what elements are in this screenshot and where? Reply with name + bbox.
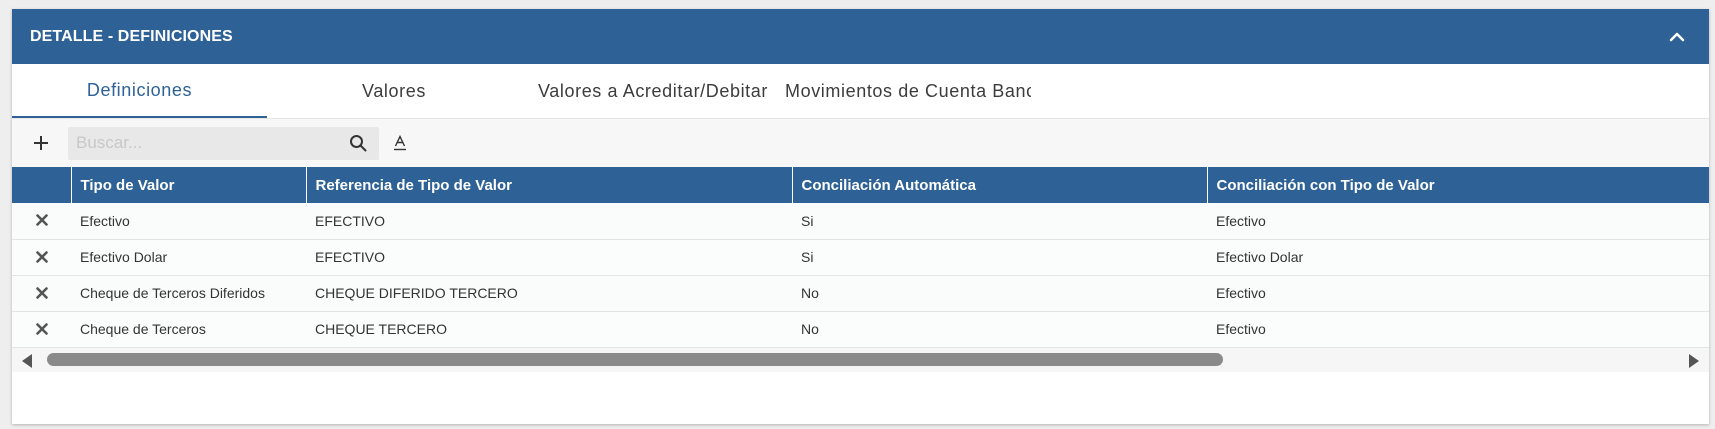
- column-header-referencia[interactable]: Referencia de Tipo de Valor: [305, 167, 792, 203]
- detail-panel: DETALLE - DEFINICIONES Definiciones Valo…: [12, 9, 1709, 424]
- scroll-right-arrow-icon[interactable]: [1689, 353, 1699, 368]
- column-header-conciliacion-tipo-valor[interactable]: Conciliación con Tipo de Valor: [1206, 167, 1709, 203]
- scrollbar-thumb[interactable]: [47, 352, 1223, 366]
- close-icon[interactable]: [34, 249, 50, 265]
- cell-tipo-de-valor: Cheque de Terceros Diferidos: [71, 275, 306, 312]
- horizontal-scrollbar[interactable]: [12, 347, 1709, 372]
- cell-conciliacion-automatica: No: [792, 275, 1207, 312]
- cell-conciliacion-tipo-valor: Efectivo: [1207, 203, 1709, 240]
- panel-header: DETALLE - DEFINICIONES: [12, 9, 1709, 64]
- search-icon[interactable]: [347, 132, 369, 154]
- table-row[interactable]: Cheque de Terceros Diferidos CHEQUE DIFE…: [12, 275, 1709, 312]
- grid-header-row: Tipo de Valor Referencia de Tipo de Valo…: [12, 167, 1709, 203]
- tab-valores-acreditar-debitar[interactable]: Valores a Acreditar/Debitar: [521, 64, 785, 118]
- cell-referencia: CHEQUE DIFERIDO TERCERO: [306, 275, 792, 312]
- cell-tipo-de-valor: Efectivo: [71, 203, 306, 240]
- tab-valores[interactable]: Valores: [267, 64, 521, 118]
- tab-movimientos-cuenta-bancaria[interactable]: Movimientos de Cuenta Bancaria: [785, 64, 1031, 118]
- table-row[interactable]: Efectivo Dolar EFECTIVO Si Efectivo Dola…: [12, 239, 1709, 276]
- close-icon[interactable]: [34, 321, 50, 337]
- table-row[interactable]: Cheque de Terceros CHEQUE TERCERO No Efe…: [12, 311, 1709, 348]
- scroll-left-arrow-icon[interactable]: [22, 353, 32, 368]
- cell-conciliacion-automatica: Si: [792, 239, 1207, 276]
- chevron-up-icon[interactable]: [1665, 25, 1689, 49]
- cell-conciliacion-automatica: Si: [792, 203, 1207, 240]
- column-header-conciliacion-automatica[interactable]: Conciliación Automática: [791, 167, 1207, 203]
- cell-referencia: CHEQUE TERCERO: [306, 311, 792, 348]
- cell-tipo-de-valor: Cheque de Terceros: [71, 311, 306, 348]
- grid-toolbar: [12, 119, 1709, 167]
- column-header-actions: [12, 167, 71, 203]
- text-format-icon[interactable]: [389, 132, 411, 154]
- cell-conciliacion-tipo-valor: Efectivo: [1207, 311, 1709, 348]
- panel-title: DETALLE - DEFINICIONES: [30, 27, 233, 45]
- plus-icon[interactable]: [28, 130, 54, 156]
- search-input[interactable]: [74, 132, 347, 154]
- cell-conciliacion-tipo-valor: Efectivo Dolar: [1207, 239, 1709, 276]
- cell-conciliacion-tipo-valor: Efectivo: [1207, 275, 1709, 312]
- tab-definiciones[interactable]: Definiciones: [12, 64, 267, 118]
- search-box: [68, 126, 379, 160]
- table-row[interactable]: Efectivo EFECTIVO Si Efectivo: [12, 203, 1709, 240]
- cell-referencia: EFECTIVO: [306, 239, 792, 276]
- cell-tipo-de-valor: Efectivo Dolar: [71, 239, 306, 276]
- close-icon[interactable]: [34, 212, 50, 228]
- tab-bar: Definiciones Valores Valores a Acreditar…: [12, 64, 1709, 119]
- cell-conciliacion-automatica: No: [792, 311, 1207, 348]
- close-icon[interactable]: [34, 285, 50, 301]
- column-header-tipo-de-valor[interactable]: Tipo de Valor: [70, 167, 306, 203]
- data-grid: Tipo de Valor Referencia de Tipo de Valo…: [12, 167, 1709, 348]
- cell-referencia: EFECTIVO: [306, 203, 792, 240]
